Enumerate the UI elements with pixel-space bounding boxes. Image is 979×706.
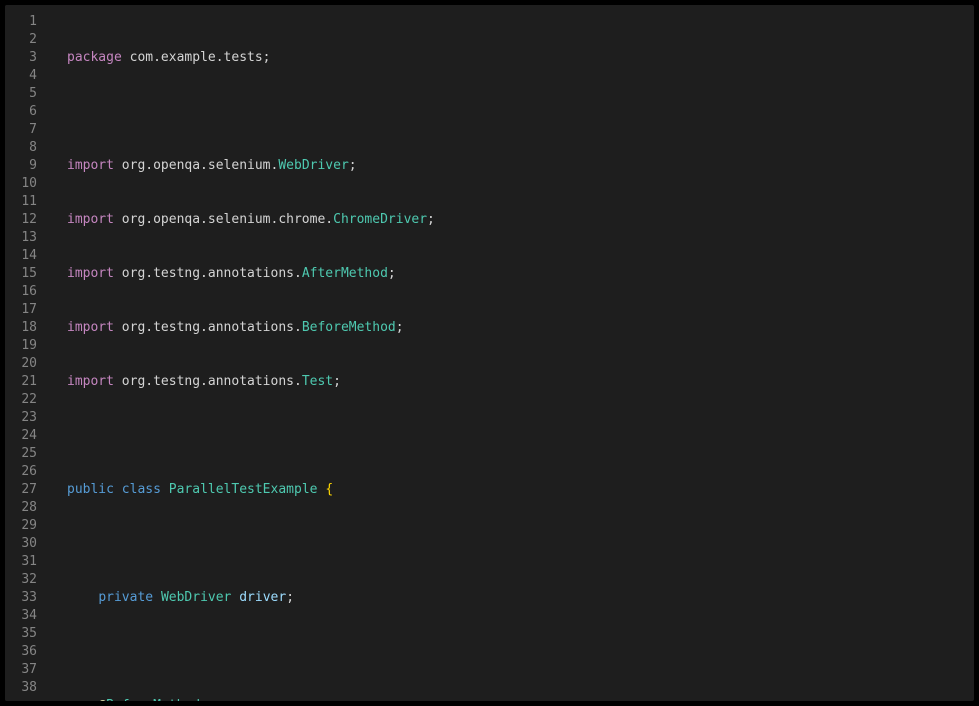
line-number: 28 bbox=[5, 499, 37, 517]
line-number: 10 bbox=[5, 175, 37, 193]
code-line: import org.openqa.selenium.chrome.Chrome… bbox=[55, 211, 974, 229]
code-line: import org.testng.annotations.AfterMetho… bbox=[55, 265, 974, 283]
line-number: 19 bbox=[5, 337, 37, 355]
code-line bbox=[55, 103, 974, 121]
code-line bbox=[55, 643, 974, 661]
code-line: import org.openqa.selenium.WebDriver; bbox=[55, 157, 974, 175]
line-number: 3 bbox=[5, 49, 37, 67]
code-line: import org.testng.annotations.BeforeMeth… bbox=[55, 319, 974, 337]
code-line: public class ParallelTestExample { bbox=[55, 481, 974, 499]
line-number: 34 bbox=[5, 607, 37, 625]
line-number: 11 bbox=[5, 193, 37, 211]
code-editor: 1234567891011121314151617181920212223242… bbox=[5, 5, 974, 701]
line-number: 36 bbox=[5, 643, 37, 661]
line-number: 6 bbox=[5, 103, 37, 121]
code-line: package com.example.tests; bbox=[55, 49, 974, 67]
line-number: 1 bbox=[5, 13, 37, 31]
line-number: 4 bbox=[5, 67, 37, 85]
line-number: 23 bbox=[5, 409, 37, 427]
code-line: private WebDriver driver; bbox=[55, 589, 974, 607]
line-number: 17 bbox=[5, 301, 37, 319]
line-number: 26 bbox=[5, 463, 37, 481]
line-number: 27 bbox=[5, 481, 37, 499]
line-number: 38 bbox=[5, 679, 37, 697]
code-content[interactable]: package com.example.tests; import org.op… bbox=[55, 5, 974, 701]
code-line bbox=[55, 427, 974, 445]
code-line: @BeforeMethod bbox=[55, 697, 974, 701]
line-number: 9 bbox=[5, 157, 37, 175]
code-line: import org.testng.annotations.Test; bbox=[55, 373, 974, 391]
line-number: 18 bbox=[5, 319, 37, 337]
line-number: 20 bbox=[5, 355, 37, 373]
line-number: 37 bbox=[5, 661, 37, 679]
line-number: 15 bbox=[5, 265, 37, 283]
line-number: 12 bbox=[5, 211, 37, 229]
line-number: 33 bbox=[5, 589, 37, 607]
line-number: 13 bbox=[5, 229, 37, 247]
line-number: 7 bbox=[5, 121, 37, 139]
line-number: 32 bbox=[5, 571, 37, 589]
line-number: 14 bbox=[5, 247, 37, 265]
line-number: 5 bbox=[5, 85, 37, 103]
line-number-gutter: 1234567891011121314151617181920212223242… bbox=[5, 5, 55, 701]
line-number: 2 bbox=[5, 31, 37, 49]
line-number: 31 bbox=[5, 553, 37, 571]
line-number: 25 bbox=[5, 445, 37, 463]
line-number: 24 bbox=[5, 427, 37, 445]
code-line bbox=[55, 535, 974, 553]
line-number: 30 bbox=[5, 535, 37, 553]
line-number: 29 bbox=[5, 517, 37, 535]
line-number: 22 bbox=[5, 391, 37, 409]
line-number: 16 bbox=[5, 283, 37, 301]
line-number: 21 bbox=[5, 373, 37, 391]
line-number: 35 bbox=[5, 625, 37, 643]
line-number: 8 bbox=[5, 139, 37, 157]
